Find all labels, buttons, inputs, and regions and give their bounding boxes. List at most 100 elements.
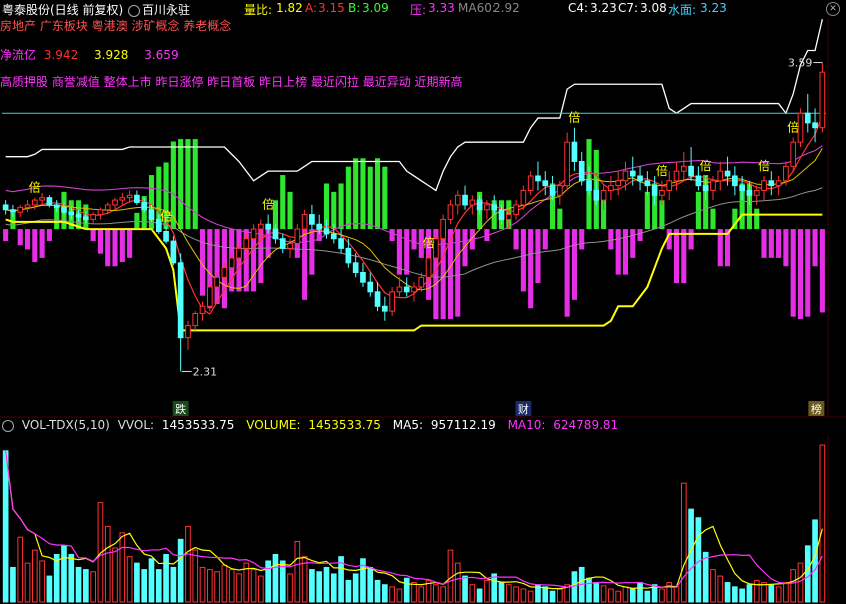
- trend-bar: [178, 139, 184, 230]
- volume-bar: [732, 586, 738, 603]
- volume-bar: [739, 588, 745, 603]
- candle-body: [710, 180, 716, 191]
- candle-body: [403, 286, 410, 293]
- volume-bar: [272, 553, 279, 603]
- candle-body: [31, 199, 38, 206]
- trend-bar: [528, 229, 534, 309]
- candle-body: [527, 175, 534, 191]
- candle-body: [790, 141, 797, 167]
- c4-label: C4:: [568, 1, 589, 15]
- trend-bar: [571, 229, 577, 300]
- candle-body: [469, 199, 476, 206]
- trend-bar: [404, 229, 410, 275]
- volume-bar: [148, 558, 155, 603]
- candle-body: [243, 238, 250, 249]
- candle-body: [396, 286, 403, 293]
- b-value: 3.09: [362, 1, 389, 15]
- c7-label: C7:: [618, 1, 639, 15]
- volume-bar: [812, 519, 818, 603]
- volume-bar: [206, 569, 213, 603]
- trend-bar: [520, 229, 526, 292]
- trend-bar: [127, 229, 133, 258]
- volume-bar: [557, 588, 563, 603]
- candle-body: [2, 204, 9, 211]
- volume-bar: [374, 579, 381, 603]
- ma5-value: 957112.19: [430, 418, 496, 432]
- volume-bar: [104, 525, 111, 603]
- die-tag: 跌: [175, 402, 186, 416]
- volume-bar: [68, 553, 75, 603]
- volume-bar: [112, 547, 118, 603]
- candle-body: [454, 194, 461, 206]
- candle-body: [746, 189, 753, 196]
- candle-body: [272, 228, 279, 240]
- bei-marker: 倍: [262, 197, 274, 212]
- ma60-label: MA60:: [458, 1, 496, 15]
- candle-body: [309, 214, 315, 225]
- candle-body: [177, 262, 184, 339]
- volume-bar: [717, 575, 724, 603]
- candle-body: [316, 223, 323, 230]
- candle-body: [608, 185, 614, 191]
- candle-body: [17, 206, 24, 213]
- bei-marker: 倍: [700, 158, 712, 173]
- volume-bar: [265, 560, 271, 603]
- candle-body: [768, 180, 775, 187]
- volume-bar: [513, 586, 519, 603]
- bei-marker: 倍: [656, 163, 668, 178]
- candle-body: [651, 185, 658, 196]
- indicator-circle-icon[interactable]: [128, 4, 140, 17]
- candle-body: [775, 180, 782, 187]
- trend-bar: [24, 229, 31, 250]
- indicator-name[interactable]: 百川永驻: [142, 3, 190, 17]
- volume-bar: [46, 575, 53, 603]
- candlestick-chart[interactable]: 倍倍倍倍倍倍倍倍倍3.592.31跌财榜: [0, 18, 846, 418]
- trend-bar: [637, 229, 643, 242]
- volume-bar: [804, 545, 811, 603]
- candle-body: [425, 257, 432, 278]
- volume-circle-icon[interactable]: [2, 419, 14, 432]
- trend-bar: [579, 229, 585, 250]
- water-label: 水面:: [668, 3, 697, 17]
- volume-bar: [403, 577, 410, 603]
- volume-bar: [389, 586, 395, 603]
- volume-bar: [440, 586, 447, 603]
- trend-bar: [622, 229, 629, 275]
- volume-bar: [724, 582, 731, 603]
- candle-body: [732, 175, 738, 187]
- volume-indicator-name[interactable]: VOL-TDX(5,10): [22, 418, 110, 432]
- volume-bar: [571, 571, 578, 603]
- ma60-value: 2.92: [493, 1, 520, 15]
- candle-body: [170, 240, 177, 264]
- volume-bar: [24, 562, 31, 603]
- trend-bar: [345, 166, 351, 230]
- candle-body: [819, 71, 826, 129]
- candle-body: [83, 216, 89, 220]
- candle-body: [557, 185, 563, 196]
- candle-body: [695, 175, 702, 187]
- trend-bar: [411, 229, 417, 250]
- volume-bar: [17, 536, 24, 603]
- trend-bar: [3, 229, 9, 242]
- stock-name[interactable]: 粤泰股份(日线 前复权): [2, 1, 123, 18]
- candle-body: [739, 185, 745, 191]
- b-label: B:: [348, 1, 361, 15]
- trend-bar: [185, 139, 191, 230]
- trend-bar: [280, 175, 286, 230]
- water-value: 3.23: [700, 1, 727, 15]
- volume-bar: [221, 564, 228, 603]
- candle-body: [338, 238, 344, 249]
- volume-bar: [287, 573, 293, 603]
- trend-bar: [819, 229, 825, 313]
- candle-body: [418, 276, 425, 288]
- close-icon[interactable]: ✕: [826, 2, 840, 16]
- volume-bar: [593, 582, 600, 603]
- trend-bar: [783, 229, 789, 267]
- trend-bar: [389, 229, 395, 242]
- trend-bar: [768, 229, 774, 258]
- volume-chart[interactable]: [0, 436, 846, 604]
- candle-body: [206, 286, 213, 307]
- vvol-value: 1453533.75: [161, 418, 235, 432]
- volume-bar: [710, 569, 716, 603]
- trend-bar: [608, 229, 614, 250]
